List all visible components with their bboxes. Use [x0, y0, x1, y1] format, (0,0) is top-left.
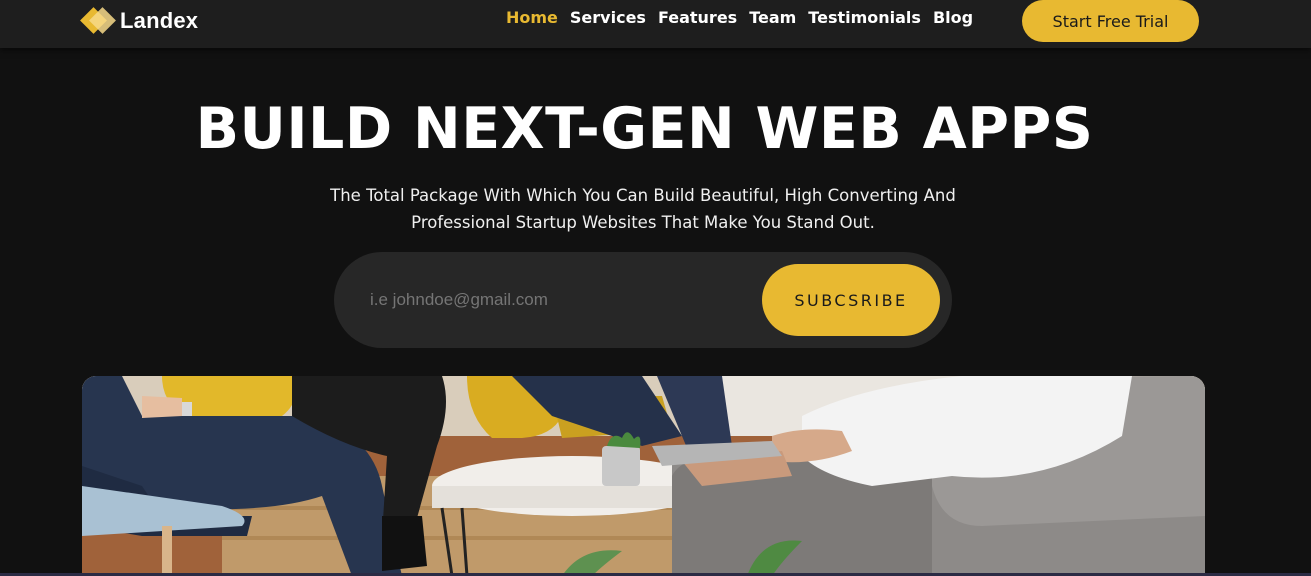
- nav-item-testimonials[interactable]: Testimonials: [808, 8, 921, 27]
- hero-title: BUILD NEXT-GEN WEB APPS: [195, 96, 1094, 162]
- brand-name: Landex: [120, 8, 199, 33]
- start-free-trial-button[interactable]: Start Free Trial: [1022, 0, 1199, 42]
- diamond-logo-icon: [80, 6, 116, 36]
- nav-menu: Home Services Features Team Testimonials…: [506, 8, 985, 27]
- brand-logo[interactable]: Landex: [80, 6, 199, 36]
- team-meeting-photo: [82, 376, 1205, 576]
- hero-subtitle: The Total Package With Which You Can Bui…: [330, 186, 956, 232]
- subscribe-button[interactable]: SUBCSRIBE: [762, 264, 940, 336]
- nav-item-home[interactable]: Home: [506, 8, 558, 27]
- nav-item-features[interactable]: Features: [658, 8, 737, 27]
- email-input[interactable]: [370, 282, 750, 318]
- nav-item-services[interactable]: Services: [570, 8, 646, 27]
- nav-item-team[interactable]: Team: [749, 8, 796, 27]
- top-navbar: Landex Home Services Features Team Testi…: [0, 0, 1311, 48]
- subscribe-form: SUBCSRIBE: [334, 252, 952, 348]
- nav-item-blog[interactable]: Blog: [933, 8, 973, 27]
